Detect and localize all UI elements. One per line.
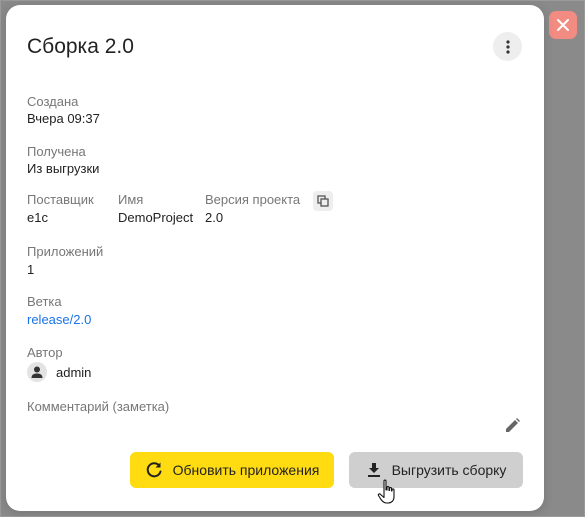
avatar: [27, 362, 47, 382]
created-label: Создана: [27, 94, 79, 109]
pencil-icon: [505, 417, 520, 432]
received-label: Получена: [27, 144, 86, 159]
close-icon: [557, 19, 569, 31]
person-icon: [31, 366, 43, 378]
author-row: admin: [27, 362, 91, 382]
copy-icon: [317, 195, 329, 207]
refresh-apps-label: Обновить приложения: [172, 462, 320, 478]
more-vert-icon: [505, 39, 510, 54]
comment-label: Комментарий (заметка): [27, 399, 170, 414]
branch-link[interactable]: release/2.0: [27, 312, 91, 328]
apps-label: Приложений: [27, 244, 104, 259]
dialog-title: Сборка 2.0: [27, 35, 134, 58]
vendor-label: Поставщик: [27, 192, 94, 207]
close-button[interactable]: [549, 11, 577, 39]
refresh-icon: [146, 462, 162, 478]
project-version-label: Версия проекта: [205, 192, 301, 207]
build-dialog: Сборка 2.0 Создана Вчера 09:37 Получена …: [6, 5, 544, 511]
download-icon: [367, 463, 380, 477]
author-name: admin: [56, 364, 92, 380]
export-build-button[interactable]: Выгрузить сборку: [349, 452, 523, 488]
created-value: Вчера 09:37: [27, 111, 100, 126]
edit-comment-button[interactable]: [503, 416, 521, 434]
refresh-apps-button[interactable]: Обновить приложения: [130, 452, 334, 488]
project-version-value: 2.0: [205, 210, 224, 225]
author-label: Автор: [27, 345, 63, 360]
branch-label: Ветка: [27, 294, 62, 309]
vendor-value: e1c: [27, 210, 48, 225]
received-value: Из выгрузки: [27, 161, 100, 176]
name-value: DemoProject: [118, 210, 194, 225]
apps-value: 1: [27, 262, 35, 277]
more-options-button[interactable]: [493, 32, 522, 61]
export-build-label: Выгрузить сборку: [391, 462, 507, 478]
name-label: Имя: [118, 192, 144, 207]
copy-button[interactable]: [313, 191, 333, 211]
